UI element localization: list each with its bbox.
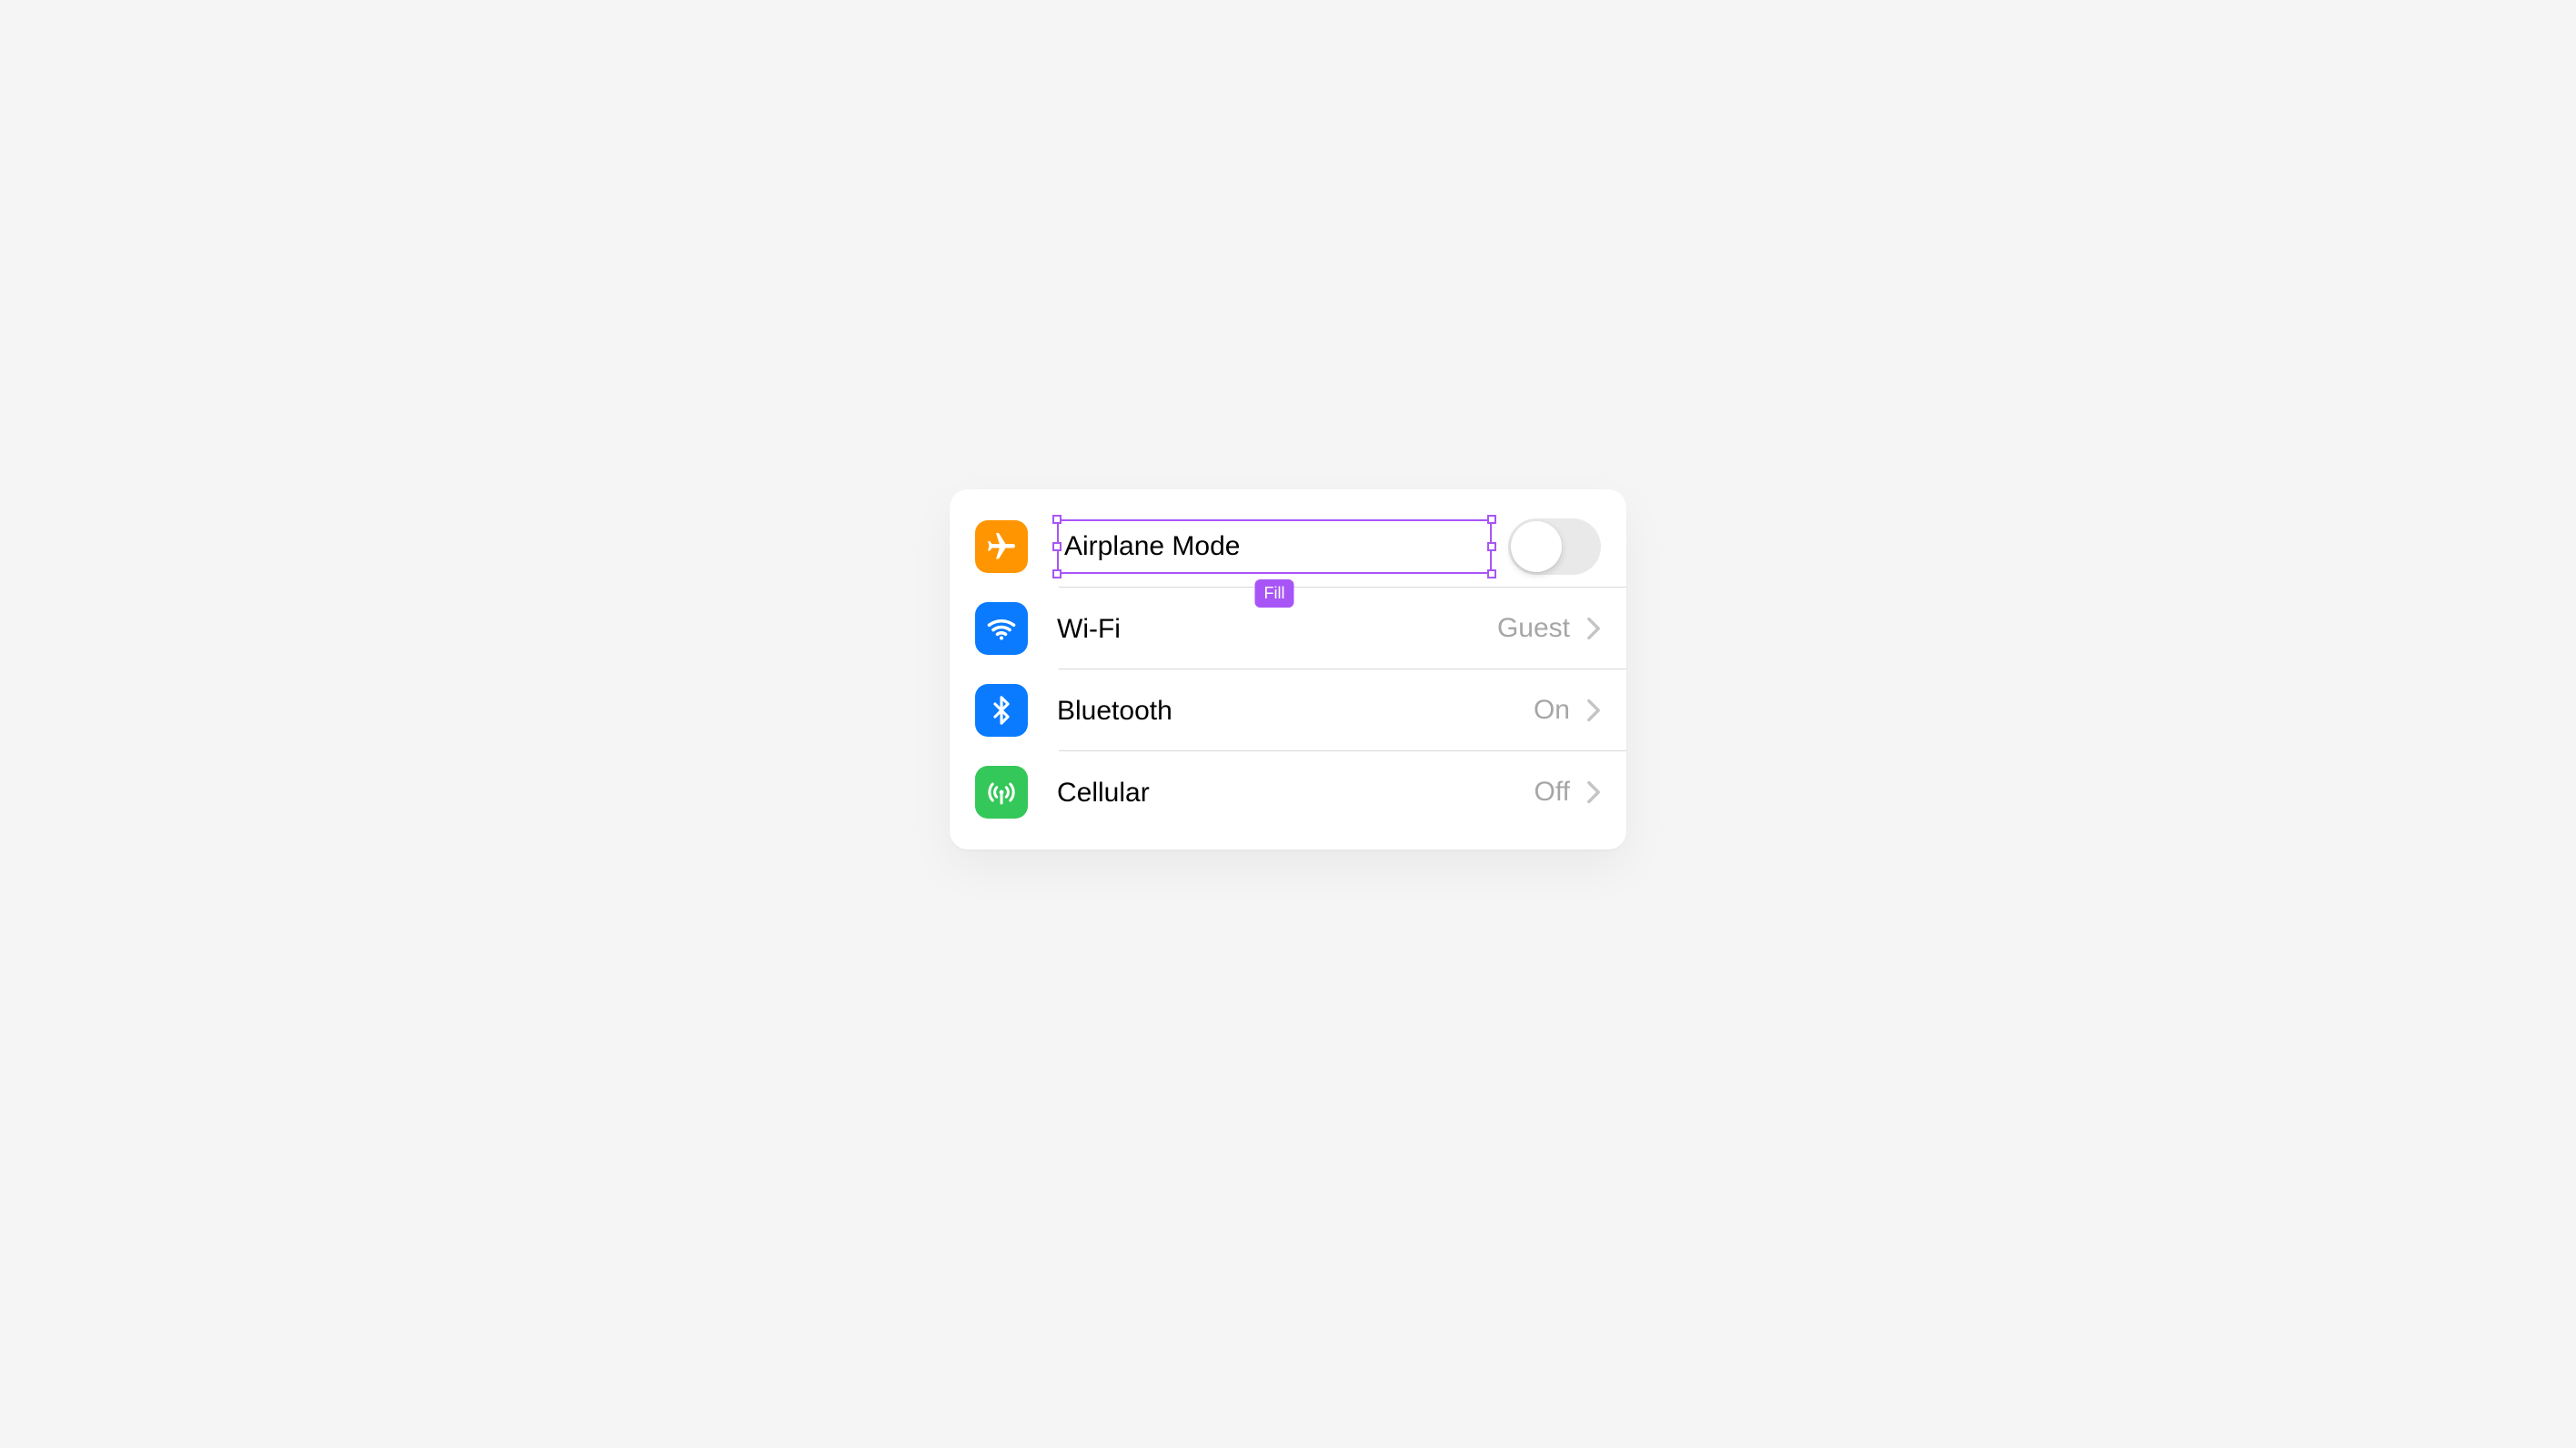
row-detail: Off bbox=[1535, 777, 1570, 808]
resize-handle-top-right[interactable] bbox=[1487, 515, 1496, 524]
toggle-knob bbox=[1511, 521, 1562, 572]
row-detail: Guest bbox=[1497, 613, 1570, 644]
chevron-right-icon bbox=[1586, 699, 1601, 722]
settings-row-airplane[interactable]: Airplane Mode Fill bbox=[950, 506, 1626, 588]
chevron-right-icon bbox=[1586, 780, 1601, 804]
airplane-mode-toggle[interactable] bbox=[1508, 518, 1601, 575]
row-label: Bluetooth bbox=[1057, 696, 1172, 726]
chevron-right-icon bbox=[1586, 617, 1601, 640]
resize-handle-bottom-left[interactable] bbox=[1052, 569, 1062, 578]
row-label: Wi-Fi bbox=[1057, 614, 1121, 644]
canvas: Airplane Mode Fill bbox=[0, 0, 2576, 1448]
row-label: Airplane Mode bbox=[1057, 531, 1240, 562]
bluetooth-icon bbox=[975, 684, 1028, 737]
cellular-icon bbox=[975, 766, 1028, 819]
settings-panel: Airplane Mode Fill bbox=[950, 489, 1626, 850]
row-detail: On bbox=[1534, 695, 1570, 726]
resize-handle-mid-right[interactable] bbox=[1487, 542, 1496, 551]
settings-row-cellular[interactable]: Cellular Off bbox=[950, 751, 1626, 833]
row-label: Cellular bbox=[1057, 778, 1150, 808]
layout-badge-fill: Fill bbox=[1255, 579, 1294, 608]
wifi-icon bbox=[975, 602, 1028, 655]
resize-handle-top-left[interactable] bbox=[1052, 515, 1062, 524]
resize-handle-bottom-right[interactable] bbox=[1487, 569, 1496, 578]
airplane-icon bbox=[975, 520, 1028, 573]
settings-row-bluetooth[interactable]: Bluetooth On bbox=[950, 669, 1626, 751]
selected-layer[interactable]: Airplane Mode Fill bbox=[1057, 519, 1492, 574]
